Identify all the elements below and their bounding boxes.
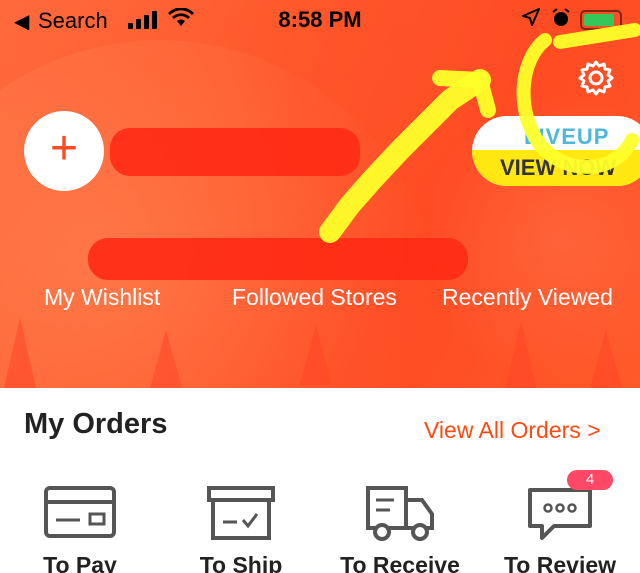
order-to-pay[interactable]: To Pay xyxy=(15,480,145,573)
promo-cta: VIEW NOW xyxy=(472,150,640,186)
order-label: To Ship xyxy=(199,552,283,573)
card-icon xyxy=(40,480,120,544)
orders-section-title: My Orders xyxy=(24,408,168,440)
decorative-tree xyxy=(300,325,332,385)
alarm-icon xyxy=(551,8,571,33)
decorative-tree xyxy=(150,330,182,388)
decorative-tree xyxy=(590,330,622,388)
avatar-add-button[interactable]: + xyxy=(24,111,104,191)
truck-icon xyxy=(360,480,440,544)
account-header: ◀ Search 8:58 PM + LIVEUP VIEW NOW My Wi… xyxy=(0,0,640,388)
order-label: To Pay xyxy=(43,552,117,573)
order-label: To Receive xyxy=(340,552,460,573)
box-icon xyxy=(201,480,281,544)
promo-banner[interactable]: LIVEUP VIEW NOW xyxy=(472,116,640,186)
order-to-review[interactable]: To Review xyxy=(495,480,625,573)
order-label: To Review xyxy=(503,552,617,573)
decorative-tree xyxy=(4,318,36,388)
decorative-tree xyxy=(505,320,537,388)
settings-gear-icon[interactable] xyxy=(574,56,618,100)
order-to-ship[interactable]: To Ship xyxy=(176,480,306,573)
view-all-orders-link[interactable]: View All Orders > xyxy=(424,417,601,444)
battery-icon xyxy=(580,10,622,30)
redacted-username xyxy=(110,128,360,176)
order-to-receive[interactable]: To Receive xyxy=(335,480,465,573)
followed-stores-link[interactable]: Followed Stores xyxy=(232,284,397,311)
status-bar: ◀ Search 8:58 PM xyxy=(0,0,640,40)
recently-viewed-link[interactable]: Recently Viewed xyxy=(442,284,613,311)
review-count-badge: 4 xyxy=(567,470,613,490)
location-arrow-icon xyxy=(520,7,541,31)
redacted-user-info xyxy=(88,238,468,280)
promo-brand: LIVEUP xyxy=(524,124,610,149)
plus-icon: + xyxy=(49,122,79,175)
wishlist-link[interactable]: My Wishlist xyxy=(44,284,160,311)
status-time: 8:58 PM xyxy=(278,7,362,32)
